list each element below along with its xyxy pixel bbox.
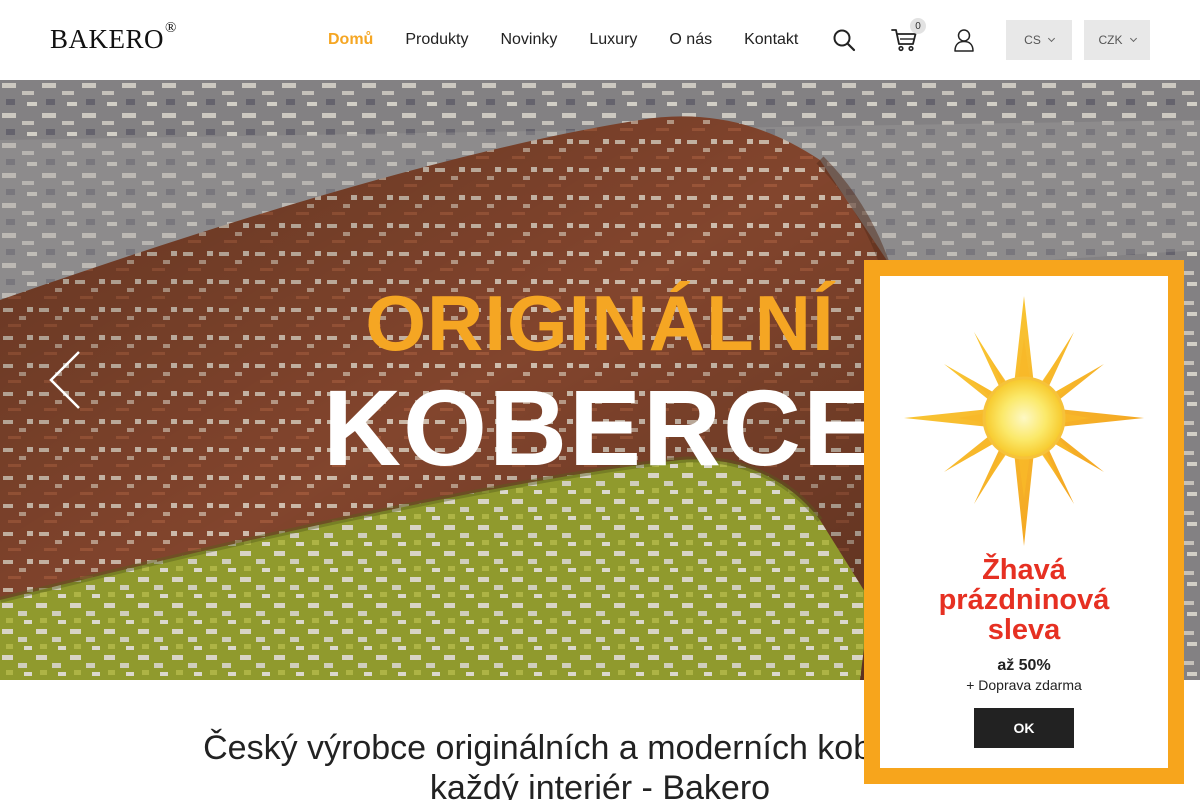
user-icon — [954, 29, 974, 52]
discount-popup: Žhavá prázdninová sleva až 50% + Doprava… — [864, 260, 1184, 784]
chevron-down-icon — [1047, 34, 1055, 43]
language-value: CS — [1024, 33, 1041, 47]
nav-item-about[interactable]: O nás — [653, 31, 728, 49]
main-nav: Domů Produkty Novinky Luxury O nás Konta… — [312, 0, 814, 80]
search-button[interactable] — [828, 24, 860, 56]
nav-item-contact[interactable]: Kontakt — [728, 31, 814, 49]
currency-value: CZK — [1098, 33, 1123, 47]
account-button[interactable] — [948, 24, 980, 56]
nav-item-products[interactable]: Produkty — [389, 31, 484, 49]
language-select[interactable]: CS — [1006, 20, 1072, 60]
nav-item-luxury[interactable]: Luxury — [573, 31, 653, 49]
nav-item-news[interactable]: Novinky — [484, 31, 573, 49]
chevron-down-icon — [1129, 34, 1137, 43]
logo[interactable]: BAKERO® — [50, 20, 177, 55]
popup-shipping: + Doprava zdarma — [966, 677, 1082, 693]
sun-icon — [904, 296, 1144, 546]
ok-button[interactable]: OK — [974, 708, 1074, 748]
search-icon — [833, 29, 856, 52]
site-header: BAKERO® Domů Produkty Novinky Luxury O n… — [0, 0, 1200, 80]
currency-select[interactable]: CZK — [1084, 20, 1150, 60]
popup-title: Žhavá prázdninová sleva — [938, 554, 1110, 646]
nav-item-home[interactable]: Domů — [312, 31, 389, 49]
popup-discount: až 50% — [997, 657, 1051, 674]
popup-content: Žhavá prázdninová sleva až 50% + Doprava… — [880, 276, 1168, 768]
slider-prev-button[interactable] — [46, 348, 86, 412]
cart-count-badge: 0 — [910, 18, 926, 34]
chevron-left-icon — [49, 351, 80, 409]
